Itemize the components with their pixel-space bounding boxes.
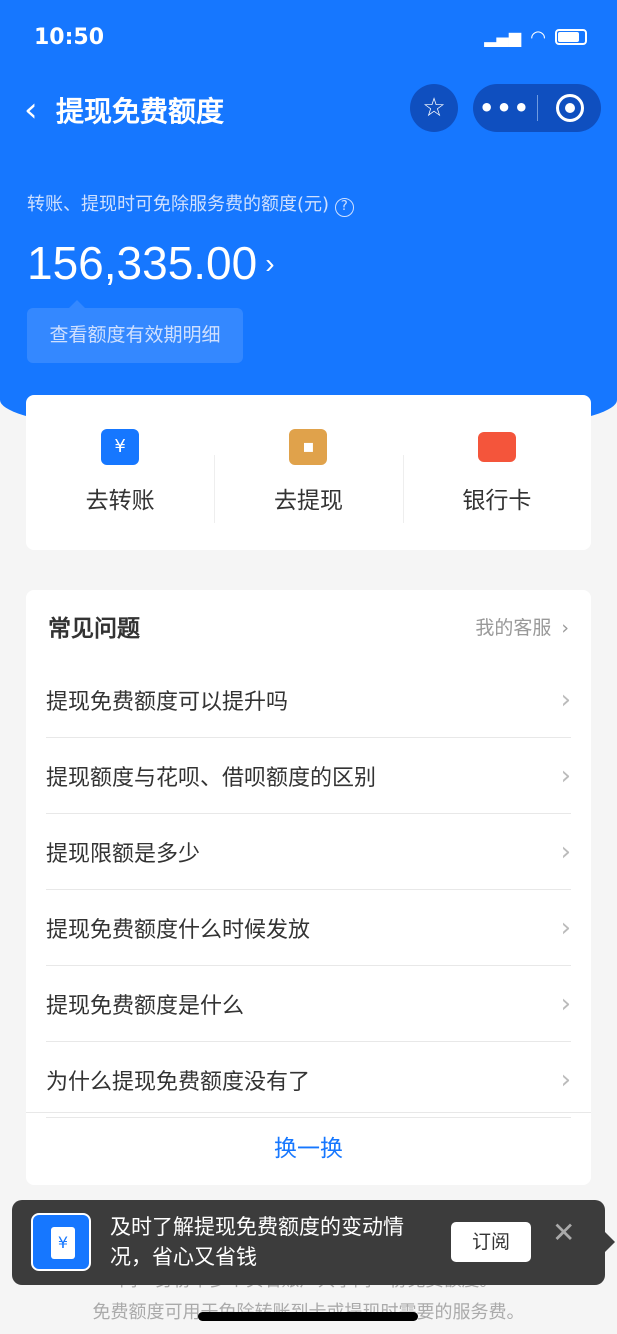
free-quota-amount[interactable]: 156,335.00 › — [27, 236, 275, 290]
faq-question: 提现免费额度什么时候发放 — [46, 917, 311, 943]
validity-detail-button[interactable]: 查看额度有效期明细 — [27, 300, 243, 363]
faq-item[interactable]: 提现额度与花呗、借呗额度的区别 › — [46, 738, 571, 814]
service-label: 我的客服 — [475, 616, 552, 639]
faq-card: 常见问题 我的客服 › 提现免费额度可以提升吗 › 提现额度与花呗、借呗额度的区别 ›… — [26, 590, 591, 1185]
help-icon[interactable]: ? — [334, 198, 354, 217]
faq-item[interactable]: 为什么提现免费额度没有了 › — [46, 1042, 571, 1118]
faq-item[interactable]: 提现免费额度是什么 › — [46, 966, 571, 1042]
favorite-star-icon[interactable]: ☆ — [410, 84, 458, 132]
notebook-yuan-icon: ¥ — [31, 1213, 91, 1271]
signal-icon: ▂▄▆ — [484, 27, 522, 47]
transfer-icon: ¥ — [101, 429, 140, 465]
chevron-right-icon: › — [560, 684, 571, 715]
chevron-right-icon: › — [560, 988, 571, 1019]
quick-actions: ¥ 去转账 ▪ 去提现 银行卡 — [26, 395, 591, 550]
subtitle-text: 转账、提现时可免除服务费的额度(元) — [27, 194, 330, 215]
quick-label: 去提现 — [273, 488, 343, 514]
faq-question: 提现限额是多少 — [46, 841, 201, 867]
more-icon[interactable]: ••• — [473, 94, 537, 122]
faq-question: 为什么提现免费额度没有了 — [46, 1069, 311, 1095]
nav-bar: ‹ 提现免费额度 ☆ ••• — [0, 84, 617, 134]
chevron-right-icon: › — [560, 760, 571, 791]
faq-item[interactable]: 提现免费额度可以提升吗 › — [46, 662, 571, 738]
chevron-right-icon: › — [561, 616, 569, 639]
page-title: 提现免费额度 — [56, 95, 225, 128]
battery-icon — [555, 29, 587, 45]
toast-text: 及时了解提现免费额度的变动情况，省心又省钱 — [110, 1215, 404, 1269]
chevron-right-icon: › — [560, 1064, 571, 1095]
home-indicator — [198, 1312, 418, 1321]
faq-question: 提现额度与花呗、借呗额度的区别 — [46, 765, 377, 791]
status-time: 10:50 — [34, 24, 105, 50]
chevron-right-icon: › — [560, 912, 571, 943]
quick-label: 银行卡 — [462, 488, 532, 514]
amount-subtitle: 转账、提现时可免除服务费的额度(元) ? — [27, 190, 354, 217]
wallet-icon: ▪ — [289, 429, 328, 465]
chevron-right-icon: › — [560, 836, 571, 867]
refresh-questions-button[interactable]: 换一换 — [26, 1112, 591, 1185]
wifi-icon: ◠ — [531, 26, 545, 48]
faq-header: 常见问题 我的客服 › — [26, 590, 591, 662]
bank-card-button[interactable]: 银行卡 — [402, 395, 591, 550]
faq-question: 提现免费额度是什么 — [46, 993, 245, 1019]
chevron-left-icon[interactable]: ‹ — [24, 90, 38, 130]
faq-item[interactable]: 提现限额是多少 › — [46, 814, 571, 890]
chevron-right-icon: › — [265, 248, 275, 279]
subscribe-toast: ¥ 及时了解提现免费额度的变动情况，省心又省钱 订阅 ✕ — [12, 1200, 615, 1285]
customer-service-link[interactable]: 我的客服 › — [475, 613, 569, 640]
faq-item[interactable]: 提现免费额度什么时候发放 › — [46, 890, 571, 966]
withdraw-button[interactable]: ▪ 去提现 — [214, 395, 402, 550]
mini-program-capsule: ••• — [473, 84, 601, 132]
faq-question: 提现免费额度可以提升吗 — [46, 689, 289, 715]
bank-card-icon — [477, 432, 516, 462]
faq-title: 常见问题 — [48, 616, 140, 642]
subscribe-button[interactable]: 订阅 — [451, 1222, 531, 1262]
amount-value: 156,335.00 — [27, 237, 258, 289]
transfer-button[interactable]: ¥ 去转账 — [26, 395, 214, 550]
quick-label: 去转账 — [85, 488, 155, 514]
close-icon[interactable]: ✕ — [552, 1216, 575, 1249]
status-bar: 10:50 ▂▄▆ ◠ — [34, 22, 587, 52]
close-mini-program-icon[interactable] — [538, 94, 601, 122]
header-background — [0, 0, 617, 440]
